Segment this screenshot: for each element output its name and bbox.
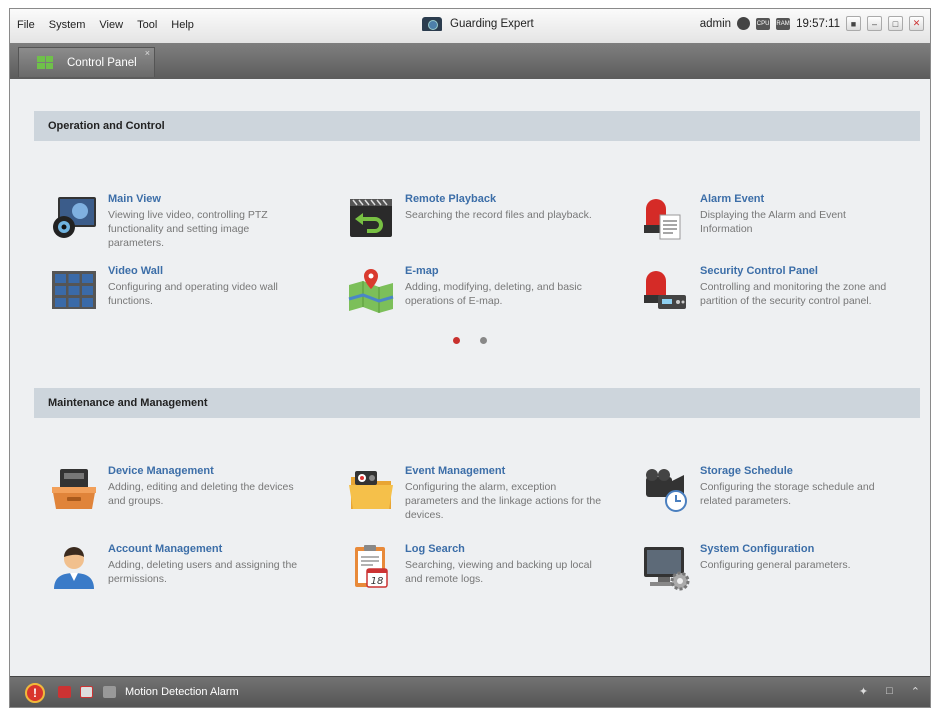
section-header-operation: Operation and Control — [34, 111, 920, 141]
menu-tool[interactable]: Tool — [137, 19, 157, 31]
module-desc: Adding, editing and deleting the devices… — [108, 481, 294, 507]
module-title: Log Search — [405, 543, 465, 555]
module-desc: Configuring the alarm, exception paramet… — [405, 481, 602, 521]
alarm-list-icon[interactable] — [80, 686, 93, 698]
clock: 19:57:11 — [796, 17, 840, 30]
module-desc: Configuring general parameters. — [700, 559, 851, 571]
close-button[interactable]: ✕ — [909, 16, 924, 31]
control-panel: Operation and Control Main View Viewing … — [10, 79, 930, 675]
emap-icon — [348, 269, 394, 313]
menu-help[interactable]: Help — [171, 19, 194, 31]
alarm-text: Motion Detection Alarm — [125, 686, 239, 698]
module-desc: Viewing live video, controlling PTZ func… — [108, 209, 268, 249]
page-indicator — [453, 337, 487, 344]
mute-icon[interactable] — [103, 686, 116, 698]
app-title: Guarding Expert — [422, 17, 534, 31]
module-desc: Searching, viewing and backing up local … — [405, 559, 592, 585]
tab-close-icon[interactable]: × — [145, 48, 150, 58]
module-title: E-map — [405, 265, 439, 277]
status-area: admin CPU RAM 19:57:11 ■ – □ ✕ — [700, 16, 924, 31]
alarm-warning-icon[interactable]: ! — [25, 683, 45, 703]
username[interactable]: admin — [700, 18, 731, 30]
network-icon — [737, 17, 751, 30]
storage-schedule-icon — [646, 469, 687, 512]
video-wall-icon — [52, 271, 96, 309]
page-dot-2[interactable] — [480, 337, 487, 344]
minimize-button[interactable]: – — [867, 16, 882, 31]
calendar-day: 18 — [371, 576, 384, 587]
alarm-sound-icon[interactable] — [58, 686, 71, 698]
maximize-button[interactable]: □ — [888, 16, 903, 31]
system-configuration-icon — [644, 547, 690, 591]
ram-icon: RAM — [776, 17, 791, 30]
module-title: Video Wall — [108, 265, 164, 277]
menubar: File System View Tool Help Guarding Expe… — [10, 9, 930, 44]
tab-label: Control Panel — [67, 56, 137, 69]
statusbar-controls: ✦ □ ⌃ — [859, 685, 920, 698]
pin-icon[interactable]: ✦ — [859, 685, 868, 698]
module-desc: Adding, deleting users and assigning the… — [108, 559, 298, 585]
main-menu: File System View Tool Help — [17, 19, 208, 31]
expand-icon[interactable]: ⌃ — [911, 685, 920, 698]
device-management-icon — [52, 469, 96, 509]
module-desc: Displaying the Alarm and Event Informati… — [700, 209, 846, 235]
menu-file[interactable]: File — [17, 19, 35, 31]
module-desc: Searching the record files and playback. — [405, 209, 592, 221]
tab-control-panel[interactable]: Control Panel × — [18, 47, 155, 77]
security-panel-icon — [644, 271, 686, 309]
control-panel-icon — [37, 56, 53, 69]
status-bar: ! Motion Detection Alarm ✦ □ ⌃ — [10, 676, 930, 707]
menu-system[interactable]: System — [49, 19, 86, 31]
restore-icon[interactable]: □ — [886, 685, 893, 698]
event-management-icon — [349, 471, 393, 509]
cpu-label: CPU — [756, 20, 770, 27]
tab-bar: Control Panel × — [10, 43, 930, 79]
app-title-text: Guarding Expert — [450, 18, 534, 30]
module-title: Storage Schedule — [700, 465, 793, 477]
module-title: Alarm Event — [700, 193, 765, 205]
page-dot-1[interactable] — [453, 337, 460, 344]
app-window: File System View Tool Help Guarding Expe… — [9, 8, 931, 708]
cpu-icon: CPU — [756, 17, 771, 30]
module-title: Main View — [108, 193, 161, 205]
module-title: Device Management — [108, 465, 214, 477]
module-title: Remote Playback — [405, 193, 497, 205]
module-title: System Configuration — [700, 543, 815, 555]
module-desc: Configuring the storage schedule and rel… — [700, 481, 875, 507]
module-title: Security Control Panel — [700, 265, 818, 277]
lock-button[interactable]: ■ — [846, 16, 861, 31]
section-header-maintenance: Maintenance and Management — [34, 388, 920, 418]
module-title: Account Management — [108, 543, 223, 555]
main-view-icon — [53, 197, 96, 238]
module-desc: Adding, modifying, deleting, and basic o… — [405, 281, 582, 307]
alarm-event-icon — [644, 199, 681, 240]
app-logo-icon — [422, 17, 442, 31]
module-desc: Controlling and monitoring the zone and … — [700, 281, 887, 307]
menu-view[interactable]: View — [99, 19, 123, 31]
account-management-icon — [54, 547, 94, 589]
ram-label: RAM — [776, 20, 790, 27]
module-desc: Configuring and operating video wall fun… — [108, 281, 278, 307]
log-search-icon: 18 — [355, 545, 388, 588]
playback-icon — [350, 199, 392, 237]
module-title: Event Management — [405, 465, 506, 477]
